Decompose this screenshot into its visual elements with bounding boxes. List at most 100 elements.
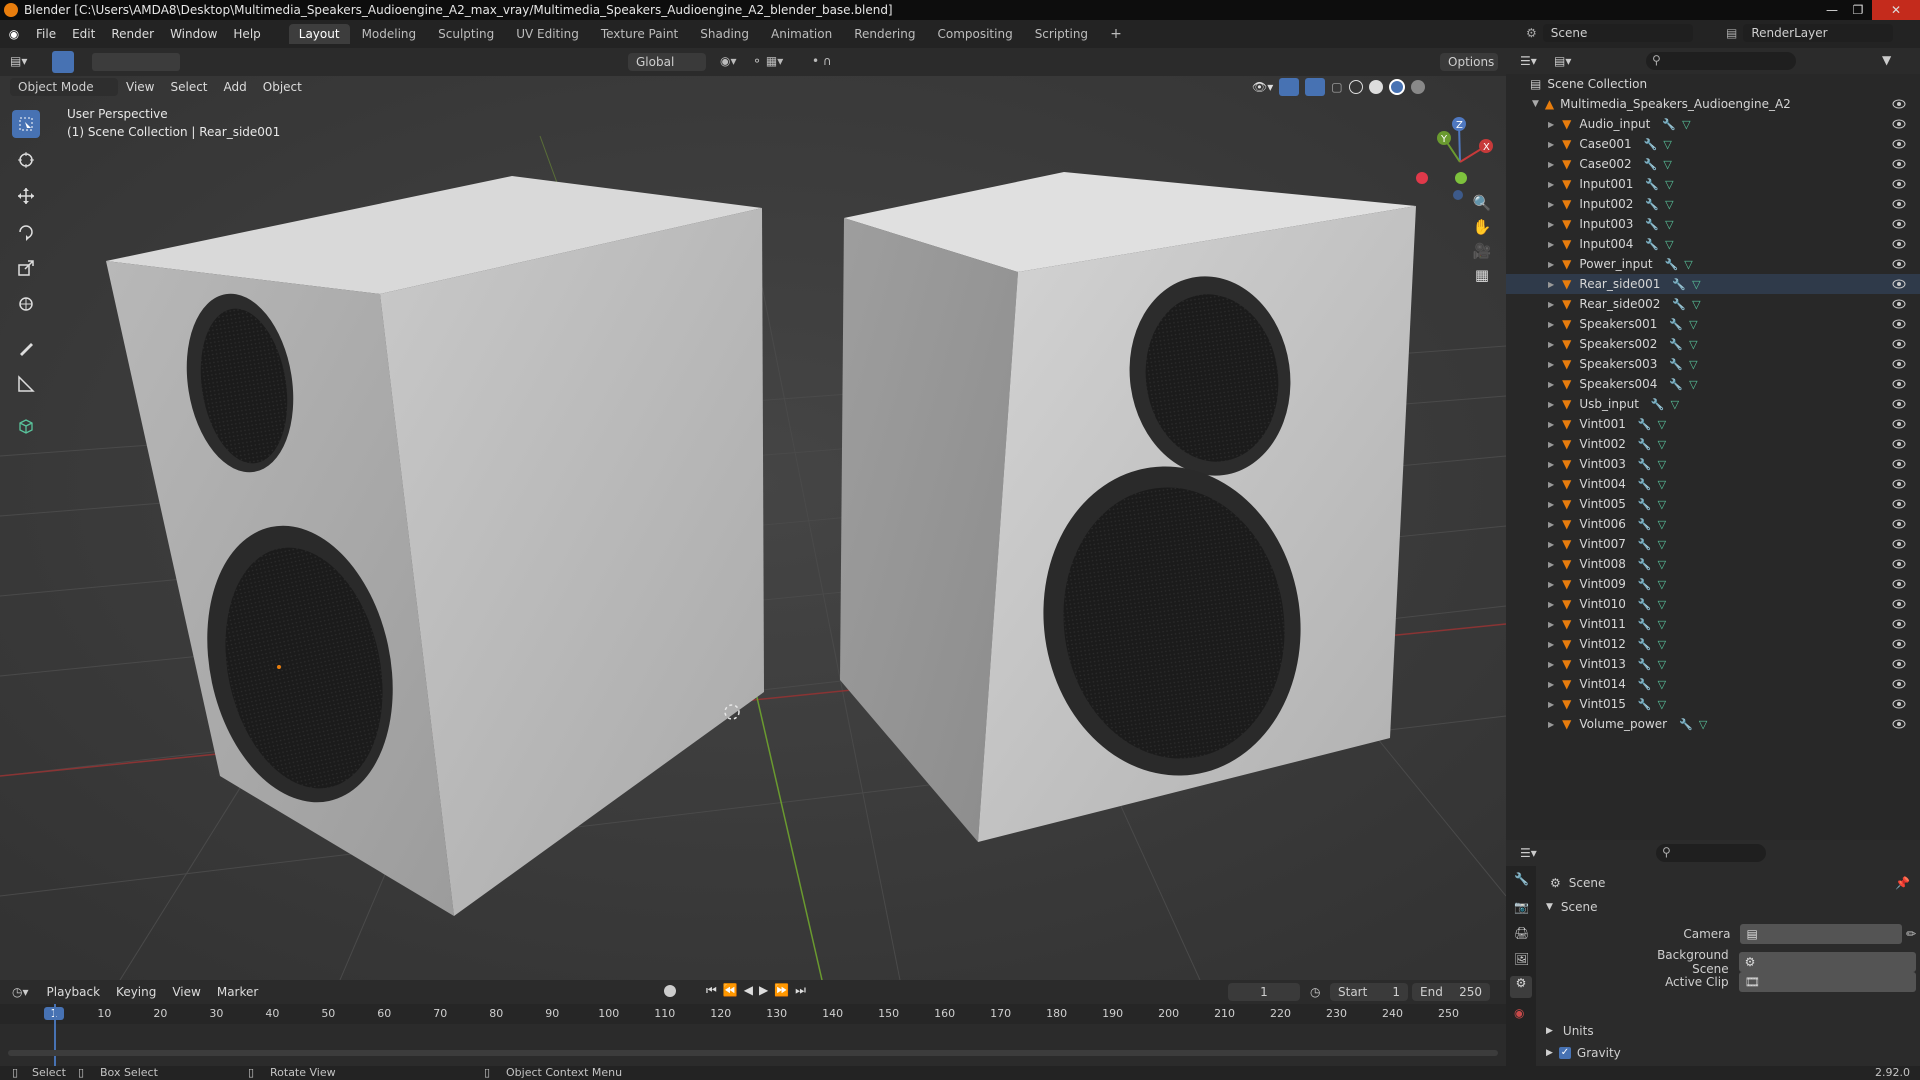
outliner-item[interactable]: ▶ ▼ Usb_input 🔧 ▽: [1506, 394, 1920, 414]
modifier-wrench-icon[interactable]: 🔧: [1638, 458, 1652, 471]
display-mode-icon[interactable]: ▤▾: [1554, 54, 1571, 68]
modifier-wrench-icon[interactable]: 🔧: [1669, 338, 1683, 351]
outliner-item[interactable]: ▶ ▼ Vint012 🔧 ▽: [1506, 634, 1920, 654]
collapse-arrow-icon[interactable]: ▼: [1532, 99, 1539, 109]
outliner-scene-collection[interactable]: ▤ Scene Collection: [1506, 74, 1920, 94]
visibility-eye-icon[interactable]: [1892, 219, 1906, 229]
outliner-item[interactable]: ▶ ▼ Vint007 🔧 ▽: [1506, 534, 1920, 554]
expand-arrow-icon[interactable]: ▶: [1548, 120, 1554, 129]
mesh-data-icon[interactable]: ▽: [1692, 278, 1700, 291]
timeline-menu-keying[interactable]: Keying: [108, 980, 164, 1004]
expand-arrow-icon[interactable]: ▶: [1548, 280, 1554, 289]
mesh-data-icon[interactable]: ▽: [1658, 598, 1666, 611]
mesh-data-icon[interactable]: ▽: [1658, 618, 1666, 631]
outliner-item[interactable]: ▶ ▼ Vint006 🔧 ▽: [1506, 514, 1920, 534]
measure-tool-icon[interactable]: [12, 370, 40, 398]
mesh-data-icon[interactable]: ▽: [1689, 338, 1697, 351]
modifier-wrench-icon[interactable]: 🔧: [1665, 258, 1679, 271]
visibility-eye-icon[interactable]: [1892, 179, 1906, 189]
mesh-data-icon[interactable]: ▽: [1658, 438, 1666, 451]
maximize-icon[interactable]: ❐: [1846, 0, 1870, 20]
mesh-data-icon[interactable]: ▽: [1684, 258, 1692, 271]
modifier-wrench-icon[interactable]: 🔧: [1651, 398, 1665, 411]
modifier-wrench-icon[interactable]: 🔧: [1669, 378, 1683, 391]
cursor-tool-icon[interactable]: [12, 146, 40, 174]
expand-arrow-icon[interactable]: ▶: [1548, 520, 1554, 529]
modifier-wrench-icon[interactable]: 🔧: [1638, 658, 1652, 671]
mesh-data-icon[interactable]: ▽: [1658, 558, 1666, 571]
mesh-data-icon[interactable]: ▽: [1658, 478, 1666, 491]
expand-arrow-icon[interactable]: ▶: [1548, 660, 1554, 669]
visibility-eye-icon[interactable]: [1892, 539, 1906, 549]
menu-file[interactable]: File: [28, 20, 64, 48]
tab-rendering[interactable]: Rendering: [844, 24, 925, 44]
mesh-data-icon[interactable]: ▽: [1682, 118, 1690, 131]
visibility-eye-icon[interactable]: [1892, 579, 1906, 589]
mesh-data-icon[interactable]: ▽: [1658, 498, 1666, 511]
eyedropper-icon[interactable]: ✏: [1906, 927, 1916, 941]
mesh-data-icon[interactable]: ▽: [1658, 458, 1666, 471]
tab-layout[interactable]: Layout: [288, 24, 350, 44]
outliner-item[interactable]: ▶ ▼ Input001 🔧 ▽: [1506, 174, 1920, 194]
mesh-data-icon[interactable]: ▽: [1658, 418, 1666, 431]
expand-arrow-icon[interactable]: ▶: [1548, 700, 1554, 709]
visibility-eye-icon[interactable]: [1892, 139, 1906, 149]
expand-arrow-icon[interactable]: ▶: [1548, 180, 1554, 189]
minimize-icon[interactable]: —: [1820, 0, 1844, 20]
visibility-eye-icon[interactable]: [1892, 339, 1906, 349]
outliner-item[interactable]: ▶ ▼ Vint002 🔧 ▽: [1506, 434, 1920, 454]
modifier-wrench-icon[interactable]: 🔧: [1638, 598, 1652, 611]
outliner-item[interactable]: ▶ ▼ Vint013 🔧 ▽: [1506, 654, 1920, 674]
tab-modeling[interactable]: Modeling: [352, 24, 427, 44]
visibility-eye-icon[interactable]: [1892, 419, 1906, 429]
expand-arrow-icon[interactable]: ▶: [1548, 580, 1554, 589]
transform-orientation-dropdown[interactable]: Global: [628, 53, 706, 71]
properties-search-input[interactable]: ⚲: [1656, 844, 1766, 862]
modifier-wrench-icon[interactable]: 🔧: [1638, 578, 1652, 591]
outliner-item[interactable]: ▶ ▼ Case001 🔧 ▽: [1506, 134, 1920, 154]
outliner-item[interactable]: ▶ ▼ Speakers004 🔧 ▽: [1506, 374, 1920, 394]
select-box-tool-icon[interactable]: [12, 110, 40, 138]
modifier-wrench-icon[interactable]: 🔧: [1638, 518, 1652, 531]
outliner-item[interactable]: ▶ ▼ Vint014 🔧 ▽: [1506, 674, 1920, 694]
active-clip-field[interactable]: 🎞: [1738, 972, 1916, 992]
modifier-wrench-icon[interactable]: 🔧: [1679, 718, 1693, 731]
mesh-data-icon[interactable]: ▽: [1658, 518, 1666, 531]
outliner-item[interactable]: ▶ ▼ Audio_input 🔧 ▽: [1506, 114, 1920, 134]
editor-type-icon[interactable]: ▤▾: [10, 54, 27, 68]
expand-arrow-icon[interactable]: ▶: [1548, 380, 1554, 389]
viewport-menu-view[interactable]: View: [118, 76, 162, 98]
mesh-data-icon[interactable]: ▽: [1658, 578, 1666, 591]
timeline-menu-marker[interactable]: Marker: [209, 980, 266, 1004]
tab-scripting[interactable]: Scripting: [1025, 24, 1098, 44]
record-icon[interactable]: [664, 985, 676, 997]
outliner-item[interactable]: ▶ ▼ Power_input 🔧 ▽: [1506, 254, 1920, 274]
visibility-eye-icon[interactable]: [1892, 379, 1906, 389]
modifier-wrench-icon[interactable]: 🔧: [1662, 118, 1676, 131]
visibility-eye-icon[interactable]: [1892, 659, 1906, 669]
modifier-wrench-icon[interactable]: 🔧: [1638, 538, 1652, 551]
modifier-wrench-icon[interactable]: 🔧: [1638, 698, 1652, 711]
expand-arrow-icon[interactable]: ▶: [1548, 160, 1554, 169]
overlay-toggle-icon[interactable]: [1305, 78, 1326, 96]
modifier-wrench-icon[interactable]: 🔧: [1672, 278, 1686, 291]
expand-arrow-icon[interactable]: ▶: [1548, 260, 1554, 269]
mesh-data-icon[interactable]: ▽: [1665, 238, 1673, 251]
tab-uv-editing[interactable]: UV Editing: [506, 24, 589, 44]
outliner-item[interactable]: ▶ ▼ Vint011 🔧 ▽: [1506, 614, 1920, 634]
outliner-item[interactable]: ▶ ▼ Speakers002 🔧 ▽: [1506, 334, 1920, 354]
tab-animation[interactable]: Animation: [761, 24, 842, 44]
modifier-wrench-icon[interactable]: 🔧: [1638, 478, 1652, 491]
scene-selector[interactable]: ⚙ Scene: [1526, 24, 1693, 42]
pivot-icon[interactable]: ◉▾: [720, 54, 737, 68]
annotate-tool-icon[interactable]: [12, 334, 40, 362]
close-icon[interactable]: ✕: [1872, 0, 1920, 20]
visibility-eye-icon[interactable]: [1892, 399, 1906, 409]
scene-panel-header[interactable]: ▼ Scene: [1546, 900, 1598, 914]
expand-arrow-icon[interactable]: ▶: [1548, 240, 1554, 249]
outliner-item[interactable]: ▶ ▼ Vint009 🔧 ▽: [1506, 574, 1920, 594]
expand-arrow-icon[interactable]: ▶: [1548, 600, 1554, 609]
modifier-wrench-icon[interactable]: 🔧: [1645, 198, 1659, 211]
visibility-eye-icon[interactable]: [1892, 239, 1906, 249]
outliner-item[interactable]: ▶ ▼ Input004 🔧 ▽: [1506, 234, 1920, 254]
